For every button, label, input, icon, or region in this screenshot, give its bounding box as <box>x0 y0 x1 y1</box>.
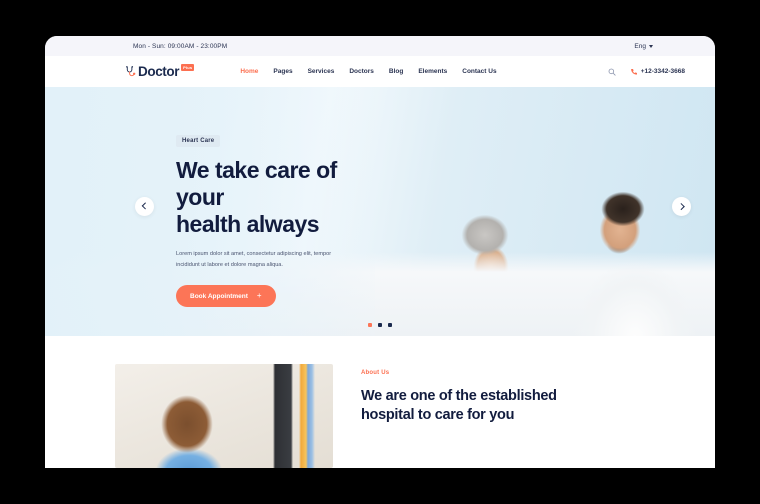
plus-icon: + <box>256 291 262 301</box>
chevron-down-icon <box>649 44 653 48</box>
nav-item-services[interactable]: Services <box>308 68 335 75</box>
nav-item-doctors[interactable]: Doctors <box>349 68 374 75</box>
phone-contact[interactable]: +12-3342-3668 <box>630 68 685 76</box>
chevron-left-icon <box>142 203 149 210</box>
phone-number-text: +12-3342-3668 <box>640 68 685 75</box>
about-text-block: About Us We are one of the established h… <box>361 364 557 468</box>
logo-plus-badge: Plus <box>181 64 195 71</box>
nav-item-blog[interactable]: Blog <box>389 68 403 75</box>
carousel-dot-1[interactable] <box>368 323 372 327</box>
nav-item-pages[interactable]: Pages <box>273 68 292 75</box>
hero-title: We take care of your health always <box>176 157 386 238</box>
carousel-prev-button[interactable] <box>135 197 154 216</box>
about-title-line-1: We are one of the established <box>361 388 557 404</box>
logo-text: Doctor <box>138 63 180 79</box>
nav-menu: Home Pages Services Doctors Blog Element… <box>240 68 496 75</box>
carousel-dots <box>45 323 715 327</box>
phone-icon <box>630 68 637 75</box>
carousel-dot-3[interactable] <box>388 323 392 327</box>
about-title: We are one of the established hospital t… <box>361 387 557 426</box>
carousel-dot-2[interactable] <box>378 323 382 327</box>
opening-hours-text: Mon - Sun: 09:00AM - 23:00PM <box>133 42 228 50</box>
hero-content: Heart Care We take care of your health a… <box>176 129 386 308</box>
book-appointment-button[interactable]: Book Appointment + <box>176 285 276 308</box>
about-section: About Us We are one of the established h… <box>45 336 715 468</box>
top-utility-bar: Mon - Sun: 09:00AM - 23:00PM Eng <box>45 36 715 56</box>
about-photo-woman-desk <box>115 364 333 468</box>
search-icon[interactable] <box>608 68 616 76</box>
hero-title-line-2: health always <box>176 211 320 238</box>
hero-description: Lorem ipsum dolor sit amet, consectetur … <box>176 251 332 268</box>
site-logo[interactable]: Doctor Plus <box>125 63 195 79</box>
book-appointment-label: Book Appointment <box>190 292 248 300</box>
stethoscope-icon <box>126 66 136 77</box>
nav-item-home[interactable]: Home <box>240 68 258 75</box>
nav-right-group: +12-3342-3668 <box>608 68 685 76</box>
language-selector[interactable]: Eng <box>634 43 653 50</box>
nav-item-contact-us[interactable]: Contact Us <box>462 68 496 75</box>
language-label: Eng <box>634 42 646 50</box>
nav-item-elements[interactable]: Elements <box>418 68 447 75</box>
hero-carousel: Heart Care We take care of your health a… <box>45 87 715 336</box>
carousel-next-button[interactable] <box>672 197 691 216</box>
hero-category-badge: Heart Care <box>176 135 221 147</box>
hero-title-line-1: We take care of your <box>176 157 337 211</box>
about-eyebrow-label: About Us <box>361 370 390 376</box>
chevron-right-icon <box>677 203 684 210</box>
about-title-line-2: hospital to care for you <box>361 407 515 424</box>
browser-window: Mon - Sun: 09:00AM - 23:00PM Eng Doctor … <box>45 36 715 468</box>
main-navigation-bar: Doctor Plus Home Pages Services Doctors … <box>45 56 715 87</box>
